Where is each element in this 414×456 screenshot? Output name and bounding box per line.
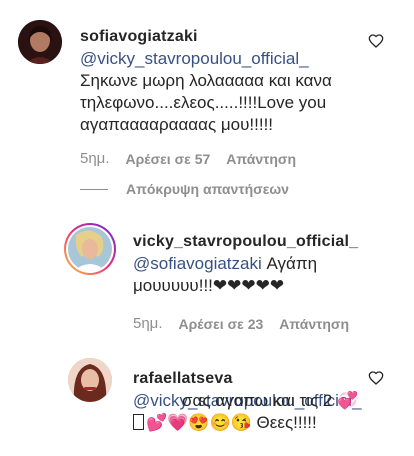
divider-line: [80, 188, 108, 190]
hide-replies-toggle[interactable]: Απόκρυψη απαντήσεων: [80, 181, 289, 197]
reply-button[interactable]: Απάντηση: [226, 151, 296, 167]
comment-text-line: 💕💗😍😊😘 Θεες!!!!!: [133, 412, 373, 434]
avatar[interactable]: [68, 358, 112, 402]
comment-time: 5ημ.: [133, 315, 163, 332]
likes-count[interactable]: Αρέσει σε 57: [126, 151, 211, 167]
avatar[interactable]: [18, 20, 62, 64]
mention-link[interactable]: @vicky_stavropoulou_official_: [80, 49, 309, 68]
comment-username[interactable]: rafaellatseva: [133, 368, 373, 390]
mention-link[interactable]: @sofiavogiatzaki: [133, 254, 262, 273]
missing-glyph-icon: [133, 414, 144, 430]
heart-outline-icon[interactable]: [368, 370, 384, 386]
likes-count[interactable]: Αρέσει σε 23: [179, 316, 264, 332]
comment-username[interactable]: vicky_stavropoulou_official_: [133, 231, 383, 253]
reply-button[interactable]: Απάντηση: [279, 316, 349, 332]
comment-text: σας αγαπω και τις 2 💞: [182, 391, 359, 410]
comment-time: 5ημ.: [80, 150, 110, 167]
heart-outline-icon[interactable]: [368, 33, 384, 49]
avatar[interactable]: [64, 223, 116, 275]
comment-username[interactable]: sofiavogiatzaki: [80, 26, 380, 48]
hide-replies-label: Απόκρυψη απαντήσεων: [126, 181, 289, 197]
comment-text: Σηκωνε μωρη λολααααα και κανα τηλεφωνο..…: [80, 71, 332, 134]
